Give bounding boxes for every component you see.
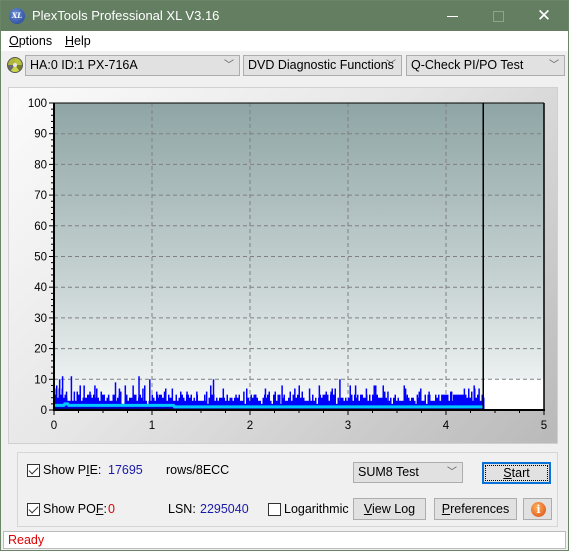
pie-bar (120, 391, 122, 410)
y-tick-label: 20 (34, 344, 47, 356)
test-select-value: Q-Check PI/PO Test (411, 58, 524, 72)
y-tick-label: 60 (34, 221, 47, 233)
window-title: PlexTools Professional XL V3.16 (32, 8, 220, 23)
test-mode-select[interactable]: SUM8 Test ﹀ (353, 462, 463, 483)
x-tick-label: 3 (345, 420, 351, 432)
pie-peak-bar (73, 391, 76, 410)
test-mode-value: SUM8 Test (358, 465, 419, 479)
maximize-icon (493, 11, 504, 22)
chevron-down-icon: ﹀ (224, 60, 234, 71)
preferences-button[interactable]: Preferences (434, 498, 517, 520)
info-button[interactable]: i (523, 498, 552, 520)
pie-unit: rows/8ECC (166, 463, 230, 477)
menu-help-label: Help (65, 34, 91, 48)
title-bar: XL PlexTools Professional XL V3.16 ✕ (1, 1, 568, 31)
view-log-button[interactable]: View Log (353, 498, 426, 520)
chevron-down-icon: ﹀ (549, 60, 559, 71)
status-bar: Ready (3, 531, 566, 549)
minimize-button[interactable] (429, 1, 475, 31)
close-icon: ✕ (536, 6, 552, 25)
info-icon: i (531, 502, 546, 517)
menu-help[interactable]: Help (65, 34, 91, 48)
minimize-icon (447, 16, 458, 17)
logarithmic-checkbox[interactable] (268, 503, 281, 516)
start-button[interactable]: Start (482, 462, 551, 484)
lsn-value: 2295040 (200, 502, 249, 516)
x-tick-label: 0 (51, 420, 57, 432)
y-tick-label: 0 (41, 405, 47, 417)
lsn-label: LSN: (168, 502, 196, 516)
logarithmic-label: Logarithmic (284, 502, 349, 516)
x-axis-ticks: 0 1 2 3 4 5 (51, 410, 547, 432)
x-tick-label: 5 (541, 420, 547, 432)
y-tick-label: 70 (34, 190, 47, 202)
function-select[interactable]: DVD Diagnostic Functions ﹀ (243, 55, 402, 76)
unscanned-area (483, 379, 544, 410)
y-tick-label: 30 (34, 313, 47, 325)
x-tick-label: 1 (149, 420, 155, 432)
app-window: XL PlexTools Professional XL V3.16 ✕ Opt… (0, 0, 569, 551)
close-button[interactable]: ✕ (521, 1, 567, 31)
y-tick-label: 80 (34, 159, 47, 171)
pie-peak-bar (212, 379, 215, 410)
y-tick-label: 50 (34, 252, 47, 264)
function-select-value: DVD Diagnostic Functions (248, 58, 394, 72)
preferences-label: Preferences (441, 502, 510, 516)
y-tick-label: 40 (34, 282, 47, 294)
pie-peak-bar (163, 391, 166, 410)
pie-bar (100, 391, 102, 410)
controls-panel: Show PIE: 17695 rows/8ECC Show POF: 0 LS… (17, 452, 558, 527)
menu-options[interactable]: Options (9, 34, 52, 48)
chart-panel: 0 10 20 30 40 50 60 70 80 90 100 0 1 2 3 4 5 (8, 87, 558, 444)
maximize-button[interactable] (475, 1, 521, 31)
y-tick-label: 100 (28, 98, 47, 110)
show-pie-label: Show PIE: (43, 463, 102, 477)
toolbar: HA:0 ID:1 PX-716A ﹀ DVD Diagnostic Funct… (1, 51, 568, 81)
drive-select-value: HA:0 ID:1 PX-716A (30, 58, 138, 72)
pie-peak-bar (65, 391, 68, 410)
focus-rect (485, 465, 548, 481)
test-select[interactable]: Q-Check PI/PO Test ﹀ (406, 55, 565, 76)
xl-logo-icon: XL (9, 8, 25, 24)
pie-peak-bar (89, 391, 91, 410)
pie-value: 17695 (108, 463, 143, 477)
view-log-label: View Log (363, 502, 416, 516)
pie-peak-bar (339, 379, 341, 410)
y-axis-ticks: 0 10 20 30 40 50 60 70 80 90 100 (28, 98, 54, 417)
y-tick-label: 90 (34, 129, 47, 141)
menu-options-label: Options (9, 34, 53, 48)
y-tick-label: 10 (34, 374, 47, 386)
menu-bar: Options Help (1, 31, 568, 51)
pi-po-chart: 0 10 20 30 40 50 60 70 80 90 100 0 1 2 3 4 5 (28, 98, 547, 432)
show-pof-label: Show POF: (43, 502, 107, 516)
x-tick-label: 4 (443, 420, 450, 432)
show-pof-checkbox[interactable] (27, 503, 40, 516)
chevron-down-icon: ﹀ (447, 467, 457, 478)
x-tick-label: 2 (247, 420, 253, 432)
pie-bar (76, 391, 78, 410)
disc-icon (7, 57, 23, 73)
pof-value: 0 (108, 502, 115, 516)
show-pie-checkbox[interactable] (27, 464, 40, 477)
status-text: Ready (8, 533, 45, 547)
drive-select[interactable]: HA:0 ID:1 PX-716A ﹀ (25, 55, 240, 76)
chevron-down-icon: ﹀ (386, 60, 396, 71)
